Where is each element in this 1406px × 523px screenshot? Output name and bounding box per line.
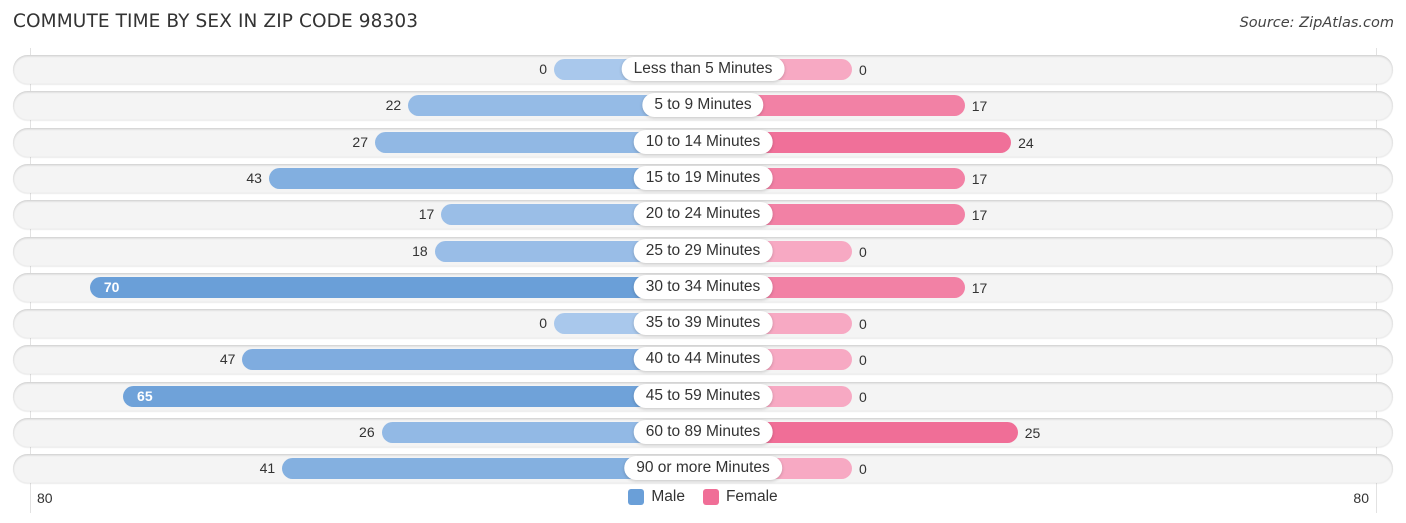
category-label: 60 to 89 Minutes xyxy=(633,420,773,444)
value-label-male: 41 xyxy=(259,460,276,477)
value-label-female: 17 xyxy=(971,170,988,187)
value-label-female: 0 xyxy=(859,316,867,333)
value-label-male: 47 xyxy=(219,351,236,368)
value-label-male: 0 xyxy=(539,61,547,77)
value-label-male: 17 xyxy=(418,206,435,223)
category-label: 20 to 24 Minutes xyxy=(633,202,773,227)
value-label-female: 0 xyxy=(859,388,867,405)
category-label: 35 to 39 Minutes xyxy=(633,311,773,336)
category-label: 40 to 44 Minutes xyxy=(633,347,773,372)
legend: Male Female xyxy=(0,488,1406,506)
value-label-female: 0 xyxy=(859,62,867,78)
value-label-male: 0 xyxy=(539,315,547,332)
bar-male[interactable] xyxy=(123,385,703,407)
legend-label-female: Female xyxy=(725,488,778,505)
value-label-female: 25 xyxy=(1024,425,1041,441)
category-label: 15 to 19 Minutes xyxy=(633,165,773,190)
category-label: 10 to 14 Minutes xyxy=(633,129,773,154)
category-label: Less than 5 Minutes xyxy=(621,57,785,81)
value-label-female: 0 xyxy=(859,352,867,369)
category-label: 30 to 34 Minutes xyxy=(633,274,773,299)
value-label-female: 0 xyxy=(859,243,867,260)
chart-area: 0 0 Less than 5 Minutes 22 17 5 to 9 Minutes 2… xyxy=(0,0,1406,523)
value-label-male: 18 xyxy=(412,242,428,259)
legend-swatch-male xyxy=(628,489,645,505)
legend-item-male[interactable]: Male xyxy=(628,488,685,506)
value-label-female: 24 xyxy=(1018,134,1034,151)
legend-item-female[interactable]: Female xyxy=(702,488,778,506)
category-label: 90 or more Minutes xyxy=(624,456,782,481)
value-label-male: 65 xyxy=(137,387,153,404)
legend-label-male: Male xyxy=(651,488,685,505)
value-label-male: 43 xyxy=(246,169,262,186)
value-label-male: 26 xyxy=(359,424,375,440)
value-label-female: 17 xyxy=(971,207,988,224)
value-label-female: 0 xyxy=(859,461,867,478)
value-label-male: 27 xyxy=(352,133,368,150)
value-label-female: 17 xyxy=(971,98,988,115)
value-label-male: 70 xyxy=(103,278,120,295)
bar-male[interactable] xyxy=(89,276,703,298)
legend-swatch-female xyxy=(702,489,719,505)
category-label: 45 to 59 Minutes xyxy=(633,383,773,408)
category-label: 5 to 9 Minutes xyxy=(642,93,764,118)
category-label: 25 to 29 Minutes xyxy=(633,238,773,263)
value-label-female: 17 xyxy=(971,279,988,296)
value-label-male: 22 xyxy=(385,97,402,114)
